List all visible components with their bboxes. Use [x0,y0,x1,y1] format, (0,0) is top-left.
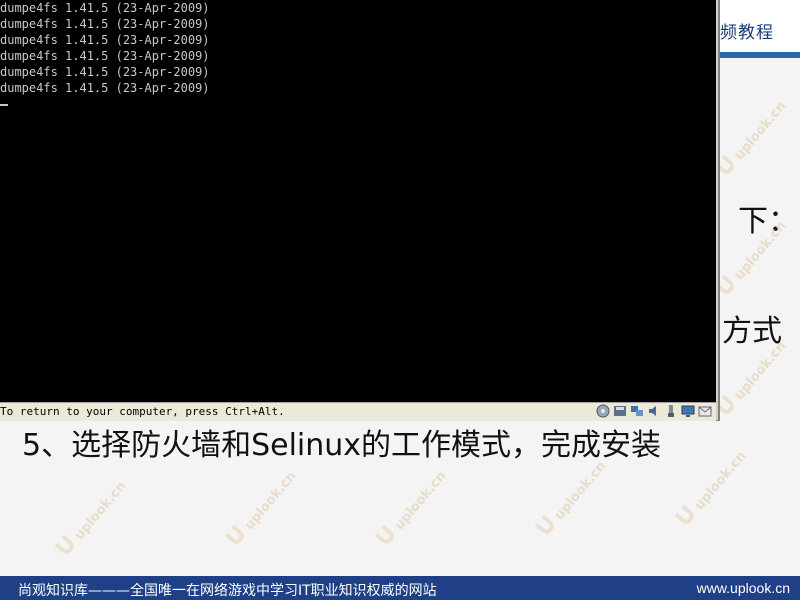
status-message: To return to your computer, press Ctrl+A… [0,405,285,418]
floppy-icon[interactable] [613,404,627,418]
console-line: dumpe4fs 1.41.5 (23-Apr-2009) [0,1,210,15]
audio-icon[interactable] [647,404,661,418]
vm-console-window[interactable]: dumpe4fs 1.41.5 (23-Apr-2009) dumpe4fs 1… [0,0,720,421]
slide-title-rule [718,52,800,58]
cd-drive-icon[interactable] [596,404,610,418]
network-icon[interactable] [630,404,644,418]
console-line: dumpe4fs 1.41.5 (23-Apr-2009) [0,17,210,31]
vm-status-bar: To return to your computer, press Ctrl+A… [0,402,716,421]
display-icon[interactable] [681,404,695,418]
watermark: ∪uplook.cn [364,468,450,554]
slide-footer: 尚观知识库———全国唯一在网络游戏中学习IT职业知识权威的网站 www.uplo… [0,576,800,600]
message-icon[interactable] [698,404,712,418]
watermark: ∪uplook.cn [214,468,300,554]
usb-icon[interactable] [664,404,678,418]
console-line: dumpe4fs 1.41.5 (23-Apr-2009) [0,81,210,95]
footer-url: www.uplook.cn [696,580,790,596]
console-line: dumpe4fs 1.41.5 (23-Apr-2009) [0,65,210,79]
console-line: dumpe4fs 1.41.5 (23-Apr-2009) [0,33,210,47]
footer-slogan: 尚观知识库———全国唯一在网络游戏中学习IT职业知识权威的网站 [18,583,437,599]
watermark: ∪uplook.cn [44,478,130,564]
console-cursor [0,104,8,106]
console-line: dumpe4fs 1.41.5 (23-Apr-2009) [0,49,210,63]
device-tray [596,404,712,418]
slide-step-heading: 5、选择防火墙和Selinux的工作模式，完成安装 [22,428,662,463]
console-screen[interactable]: dumpe4fs 1.41.5 (23-Apr-2009) dumpe4fs 1… [0,0,716,402]
slide-title-fragment: 频教程 [720,23,774,43]
watermark: ∪uplook.cn [664,448,750,534]
